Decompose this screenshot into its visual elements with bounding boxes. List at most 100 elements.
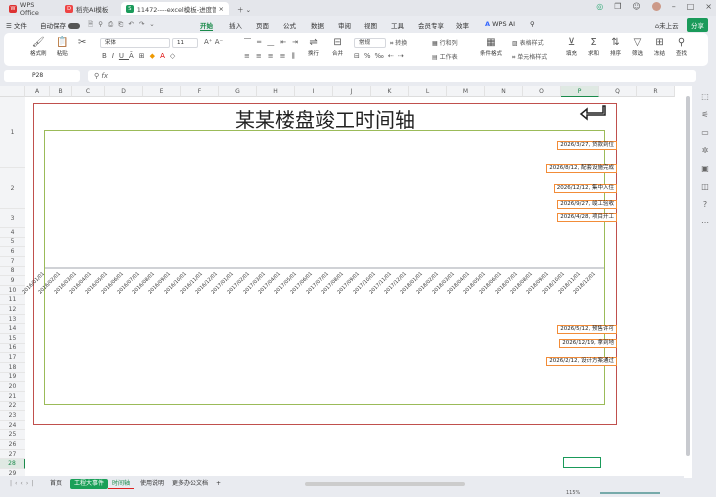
menu-tab-4[interactable]: 数据 [311, 20, 324, 30]
row-header[interactable]: 2 [0, 168, 25, 209]
format-painter-button[interactable]: 🖌 格式刷 [30, 37, 47, 57]
row-header[interactable]: 20 [0, 382, 25, 392]
row-header[interactable]: 13 [0, 314, 25, 325]
search-icon[interactable]: ⚲ [530, 20, 535, 28]
column-header[interactable]: H [257, 86, 295, 97]
font-size-select[interactable]: 11 [172, 38, 198, 48]
font-style-icons[interactable]: BIUĀ⊞◆A◇ [102, 52, 180, 60]
wrap-button[interactable]: ⇌ 换行 [308, 37, 319, 57]
maximize-button[interactable]: □ [687, 2, 695, 11]
row-header[interactable]: 29 [0, 469, 25, 476]
share-button[interactable]: 分享 [687, 18, 708, 32]
column-header[interactable]: B [50, 86, 72, 97]
adjust-icon[interactable]: ⚟ [701, 110, 708, 119]
align-vertical-icons[interactable]: ⎺═⎽⇤⇥ [244, 38, 304, 47]
cell-style-button[interactable]: ⌗ 单元格样式 [512, 52, 547, 62]
event-label[interactable]: 2026/12/12, 集中入住 [553, 184, 617, 193]
column-header[interactable]: N [485, 86, 523, 97]
zoom-icon[interactable]: ⚲ [94, 72, 99, 80]
row-header[interactable]: 6 [0, 247, 25, 257]
row-header[interactable]: 28 [0, 459, 25, 469]
add-sheet-button[interactable]: + [212, 479, 225, 489]
row-header[interactable]: 7 [0, 256, 25, 267]
column-header[interactable]: P [561, 86, 599, 97]
selected-cell[interactable] [563, 457, 601, 468]
column-header[interactable]: K [371, 86, 409, 97]
return-arrow-icon[interactable] [579, 103, 607, 121]
column-header[interactable]: D [105, 86, 143, 97]
column-header[interactable]: L [409, 86, 447, 97]
convert-button[interactable]: ⌗ 转换 [390, 38, 407, 48]
name-box[interactable]: P28 [4, 70, 80, 82]
paste-button[interactable]: 📋 粘贴 [56, 37, 68, 57]
close-window-button[interactable]: × [705, 2, 712, 11]
event-label[interactable]: 2026/4/28, 项目开工 [557, 213, 617, 222]
tab-document[interactable]: S11472----excel模板-进度管理× [121, 2, 229, 15]
worksheet-button[interactable]: ▤ 工作表 [432, 52, 458, 61]
select-icon[interactable]: ⬚ [701, 92, 709, 101]
table-style-button[interactable]: ▨ 表格样式 [512, 38, 544, 47]
skin-icon[interactable]: ☺ [632, 2, 640, 11]
image-icon[interactable]: ▣ [701, 164, 709, 173]
panel-icon[interactable]: ◫ [701, 182, 709, 191]
fx-icon[interactable]: fx [101, 72, 108, 80]
zoom-slider[interactable] [600, 492, 660, 494]
autosave-toggle[interactable]: 自动保存 [40, 20, 81, 30]
row-header[interactable]: 4 [0, 228, 25, 238]
wps-ai-button[interactable]: A WPS AI [485, 20, 515, 28]
row-header[interactable]: 21 [0, 391, 25, 402]
column-header[interactable]: A [25, 86, 50, 97]
row-col-button[interactable]: ▦ 行和列 [432, 38, 458, 47]
close-icon[interactable]: × [219, 5, 224, 13]
sheet-tab[interactable]: 使用说明 [136, 479, 168, 489]
new-tab-button[interactable]: ＋ ⌄ [232, 2, 256, 15]
window-icon[interactable]: ❐ [614, 2, 621, 11]
cut-button[interactable]: ✂ [78, 37, 86, 49]
row-header[interactable]: 5 [0, 237, 25, 248]
formula-input[interactable]: ⚲ fx [88, 70, 696, 82]
column-header[interactable]: R [637, 86, 675, 97]
row-header[interactable]: 26 [0, 440, 25, 450]
number-format-select[interactable]: 常规 [354, 38, 386, 48]
menu-tab-3[interactable]: 公式 [283, 20, 296, 30]
sheet-tab[interactable]: 时间轴 [108, 479, 135, 489]
menu-tab-7[interactable]: 工具 [391, 20, 404, 30]
row-header[interactable]: 9 [0, 276, 25, 286]
tools-icon[interactable]: ✲ [702, 146, 709, 155]
column-header[interactable]: G [219, 86, 257, 97]
vertical-scrollbar[interactable] [684, 86, 692, 478]
sheet-nav-buttons[interactable]: |‹‹›| [6, 479, 40, 489]
more-icon[interactable]: ⋯ [701, 218, 709, 227]
menu-tab-6[interactable]: 视图 [364, 20, 377, 30]
event-label[interactable]: 2026/9/27, 竣工验收 [557, 200, 617, 209]
column-header[interactable]: E [143, 86, 181, 97]
comment-icon[interactable]: ▭ [701, 128, 709, 137]
sheet-tab[interactable]: 首页 [46, 479, 66, 489]
tab-docer[interactable]: D 稻壳AI模板 [60, 2, 118, 15]
font-select[interactable]: 宋体 [100, 38, 170, 48]
column-header[interactable]: J [333, 86, 371, 97]
sort-button[interactable]: ⇅ 排序 [610, 37, 621, 57]
column-header[interactable]: O [523, 86, 561, 97]
row-header[interactable]: 18 [0, 362, 25, 373]
row-header[interactable]: 24 [0, 420, 25, 431]
horizontal-scrollbar[interactable] [305, 482, 465, 486]
minimize-button[interactable]: – [672, 2, 676, 11]
sheet-tab[interactable]: 工程大事件 [70, 479, 109, 489]
column-header[interactable]: M [447, 86, 485, 97]
row-header[interactable]: 19 [0, 372, 25, 383]
align-horizontal-icons[interactable]: ≡≡≡≡⫼ [244, 52, 301, 61]
row-header[interactable]: 16 [0, 343, 25, 354]
quick-access-icons[interactable]: 🗎⚲⎙⎗↶↷⌄ [88, 20, 160, 31]
event-label[interactable]: 2026/2/12, 设计方案通过 [546, 357, 617, 366]
row-header[interactable]: 25 [0, 430, 25, 441]
menu-tab-8[interactable]: 会员专享 [418, 20, 444, 30]
merge-button[interactable]: ⊟ 合并 [332, 37, 343, 57]
conditional-format-button[interactable]: ▦ 条件格式 [480, 37, 502, 57]
menu-tab-5[interactable]: 审阅 [338, 20, 351, 30]
number-format-icons[interactable]: ⊟%‰⇠⇢ [354, 52, 408, 60]
tab-wps-office[interactable]: W WPS Office [4, 1, 60, 17]
row-header[interactable]: 17 [0, 353, 25, 363]
cloud-status[interactable]: ⌂未上云 [655, 20, 679, 30]
filter-button[interactable]: ▽ 筛选 [632, 37, 643, 57]
